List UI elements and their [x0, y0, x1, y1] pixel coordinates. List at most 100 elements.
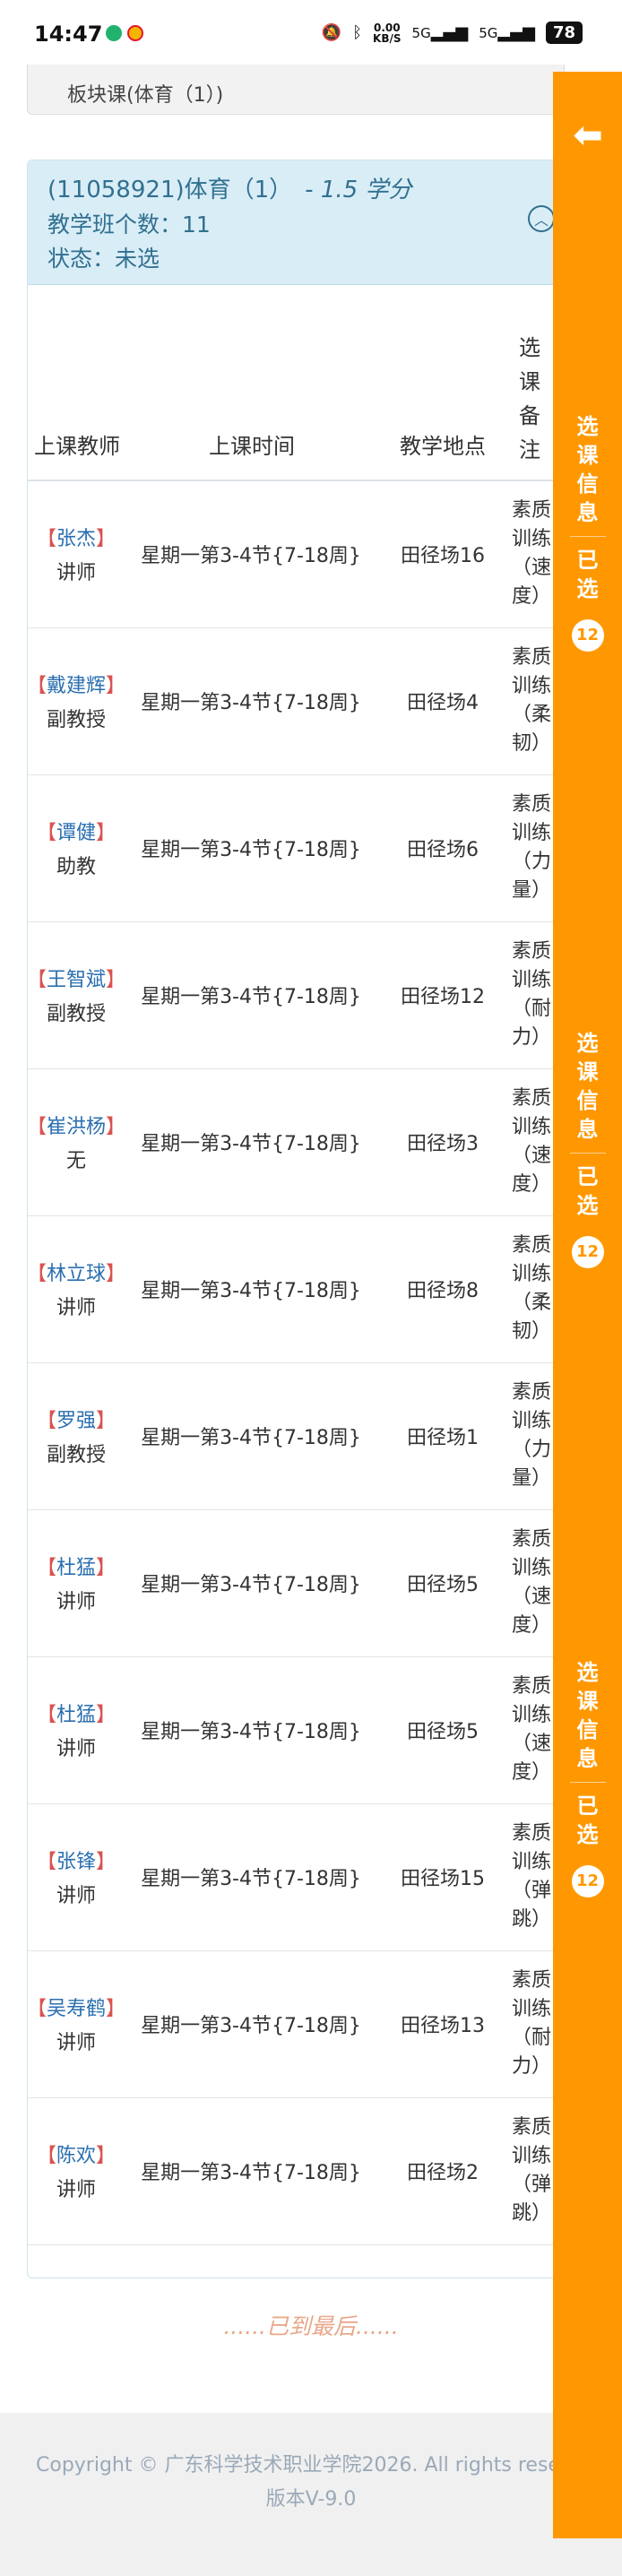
teacher-name-link[interactable]: 【杜猛】	[37, 1552, 116, 1580]
teacher-name: 崔洪杨	[47, 1116, 107, 1138]
teacher-cell: 【吴寿鹤】 讲师	[27, 1950, 125, 2097]
teacher-name-link[interactable]: 【戴建辉】	[27, 670, 125, 698]
teacher-cell: 【罗强】 副教授	[28, 1362, 125, 1509]
course-info-tab[interactable]: 选课信息	[553, 1658, 622, 1773]
class-place: 田径场12	[401, 986, 485, 1008]
teacher-name-link[interactable]: 【陈欢】	[37, 2139, 116, 2168]
teacher-name: 林立球	[47, 1263, 107, 1285]
class-note: 素质训练（耐力）	[512, 1969, 552, 2078]
table-header: 上课教师 上课时间 教学地点 选课备注	[28, 313, 582, 481]
teacher-name-link[interactable]: 【吴寿鹤】	[27, 1993, 125, 2021]
class-count: 教学班个数：11	[48, 212, 211, 238]
net-speed: 0.00 KB/S	[373, 22, 401, 44]
mute-icon: 🔕	[321, 23, 342, 42]
chevron-up-icon[interactable]: ︿	[528, 205, 555, 232]
course-info-tab[interactable]: 选课信息	[553, 1029, 622, 1144]
class-place: 田径场5	[407, 1721, 479, 1743]
teacher-title: 无	[65, 1150, 86, 1172]
class-time: 星期一第3-4节{7-18周}	[141, 1574, 361, 1596]
status-bar: 14:47 🔕 ᛒ 0.00 KB/S 5G▂▄▆ 5G▂▄▆ 78	[0, 0, 622, 72]
table-row[interactable]: 【张锋】 讲师 星期一第3-4节{7-18周} 田径场15 素质训练（弹跳）	[28, 1803, 582, 1951]
teacher-title: 讲师	[56, 1885, 96, 1907]
weibo-icon	[127, 25, 143, 41]
side-divider	[569, 1782, 606, 1783]
side-group: 选课信息 已选 12	[553, 412, 622, 652]
table-row[interactable]: 【罗强】 副教授 星期一第3-4节{7-18周} 田径场1 素质训练（力量）	[28, 1362, 582, 1510]
table-row[interactable]: 【王智斌】 副教授 星期一第3-4节{7-18周} 田径场12 素质训练（耐力）	[27, 921, 582, 1069]
selected-tab[interactable]: 已选	[553, 1792, 622, 1849]
net-speed-unit: KB/S	[373, 31, 402, 45]
teacher-name-link[interactable]: 【王智斌】	[27, 964, 125, 992]
header-time: 上课时间	[209, 434, 295, 459]
course-header[interactable]: (11058921)体育（1） - 1.5 学分 教学班个数：11 状态：未选 ︿	[28, 160, 582, 285]
end-of-list-marker: ......已到最后......	[223, 2313, 399, 2339]
class-time: 星期一第3-4节{7-18周}	[141, 839, 361, 861]
class-time: 星期一第3-4节{7-18周}	[141, 1721, 361, 1743]
teacher-name: 罗强	[56, 1410, 96, 1432]
status-time: 14:47	[34, 22, 103, 47]
teacher-name: 张杰	[56, 528, 96, 550]
class-time: 星期一第3-4节{7-18周}	[141, 1868, 361, 1890]
arrow-left-icon[interactable]: ⬅	[569, 117, 607, 154]
selected-tab[interactable]: 已选	[553, 546, 622, 603]
teacher-title: 讲师	[56, 1738, 96, 1760]
class-place: 田径场8	[407, 1280, 479, 1302]
table-row[interactable]: 【张杰】 讲师 星期一第3-4节{7-18周} 田径场16 素质训练（速度）	[28, 480, 582, 628]
teacher-title: 助教	[56, 856, 96, 878]
table-row[interactable]: 【杜猛】 讲师 星期一第3-4节{7-18周} 田径场5 素质训练（速度）	[28, 1656, 582, 1804]
teacher-name-link[interactable]: 【张杰】	[37, 523, 116, 551]
selected-tab[interactable]: 已选	[553, 1163, 622, 1220]
teacher-cell: 【崔洪杨】 无	[27, 1068, 125, 1215]
header-note: 选课备注	[519, 335, 540, 462]
side-divider	[569, 536, 606, 537]
class-note: 素质训练（耐力）	[512, 940, 552, 1049]
teacher-name-link[interactable]: 【谭健】	[37, 817, 116, 845]
teacher-name-link[interactable]: 【张锋】	[37, 1846, 116, 1874]
class-place: 田径场3	[407, 1133, 479, 1155]
teacher-name: 杜猛	[56, 1557, 96, 1579]
header-teacher: 上课教师	[34, 434, 120, 459]
class-place: 田径场5	[407, 1574, 479, 1596]
teacher-name-link[interactable]: 【崔洪杨】	[27, 1111, 125, 1139]
teacher-name-link[interactable]: 【罗强】	[37, 1405, 116, 1433]
course-card: (11058921)体育（1） - 1.5 学分 教学班个数：11 状态：未选 ︿…	[27, 160, 583, 2278]
table-row[interactable]: 【吴寿鹤】 讲师 星期一第3-4节{7-18周} 田径场13 素质训练（耐力）	[27, 1950, 582, 2098]
table-row[interactable]: 【谭健】 助教 星期一第3-4节{7-18周} 田径场6 素质训练（力量）	[28, 774, 582, 922]
teacher-name: 戴建辉	[47, 675, 107, 697]
selected-count-badge: 12	[571, 1236, 604, 1268]
class-note: 素质训练（力量）	[512, 1381, 552, 1490]
table-row[interactable]: 【崔洪杨】 无 星期一第3-4节{7-18周} 田径场3 素质训练（速度）	[27, 1068, 582, 1216]
side-group: 选课信息 已选 12	[553, 1658, 622, 1897]
class-note: 素质训练（柔韧）	[512, 1234, 552, 1343]
class-time: 星期一第3-4节{7-18周}	[141, 1133, 361, 1155]
course-info-tab[interactable]: 选课信息	[553, 412, 622, 527]
teacher-name-link[interactable]: 【林立球】	[27, 1258, 125, 1286]
teacher-title: 副教授	[46, 1444, 106, 1466]
teacher-name: 杜猛	[56, 1704, 96, 1726]
class-note: 素质训练（速度）	[512, 499, 552, 608]
table-row[interactable]: 【林立球】 讲师 星期一第3-4节{7-18周} 田径场8 素质训练（柔韧）	[27, 1215, 582, 1363]
teacher-title: 副教授	[46, 709, 106, 731]
previous-block-card[interactable]: 板块课(体育（1）)	[27, 65, 565, 115]
teacher-title: 讲师	[56, 562, 96, 584]
table-row[interactable]: 【戴建辉】 副教授 星期一第3-4节{7-18周} 田径场4 素质训练（柔韧）	[27, 627, 582, 775]
class-place: 田径场4	[407, 692, 479, 714]
teacher-name-link[interactable]: 【杜猛】	[37, 1699, 116, 1727]
class-note: 素质训练（力量）	[512, 793, 552, 902]
class-time: 星期一第3-4节{7-18周}	[141, 986, 361, 1008]
class-place: 田径场15	[401, 1868, 485, 1890]
table-row[interactable]: 【陈欢】 讲师 星期一第3-4节{7-18周} 田径场2 素质训练（弹跳）	[28, 2097, 582, 2245]
class-place: 田径场13	[401, 2015, 485, 2037]
table-row[interactable]: 【杜猛】 讲师 星期一第3-4节{7-18周} 田径场5 素质训练（速度）	[28, 1509, 582, 1657]
class-note: 素质训练（速度）	[512, 1675, 552, 1784]
network-label-1: 5G	[411, 25, 431, 41]
course-credit: - 1.5 学分	[305, 177, 412, 203]
class-place: 田径场2	[407, 2162, 479, 2184]
class-note: 素质训练（速度）	[512, 1087, 552, 1196]
teacher-title: 讲师	[56, 2179, 96, 2201]
status-app-icons	[106, 25, 149, 45]
class-place: 田径场1	[407, 1427, 479, 1449]
class-place: 田径场16	[401, 545, 485, 567]
teacher-cell: 【陈欢】 讲师	[28, 2097, 125, 2244]
class-time: 星期一第3-4节{7-18周}	[141, 2015, 361, 2037]
